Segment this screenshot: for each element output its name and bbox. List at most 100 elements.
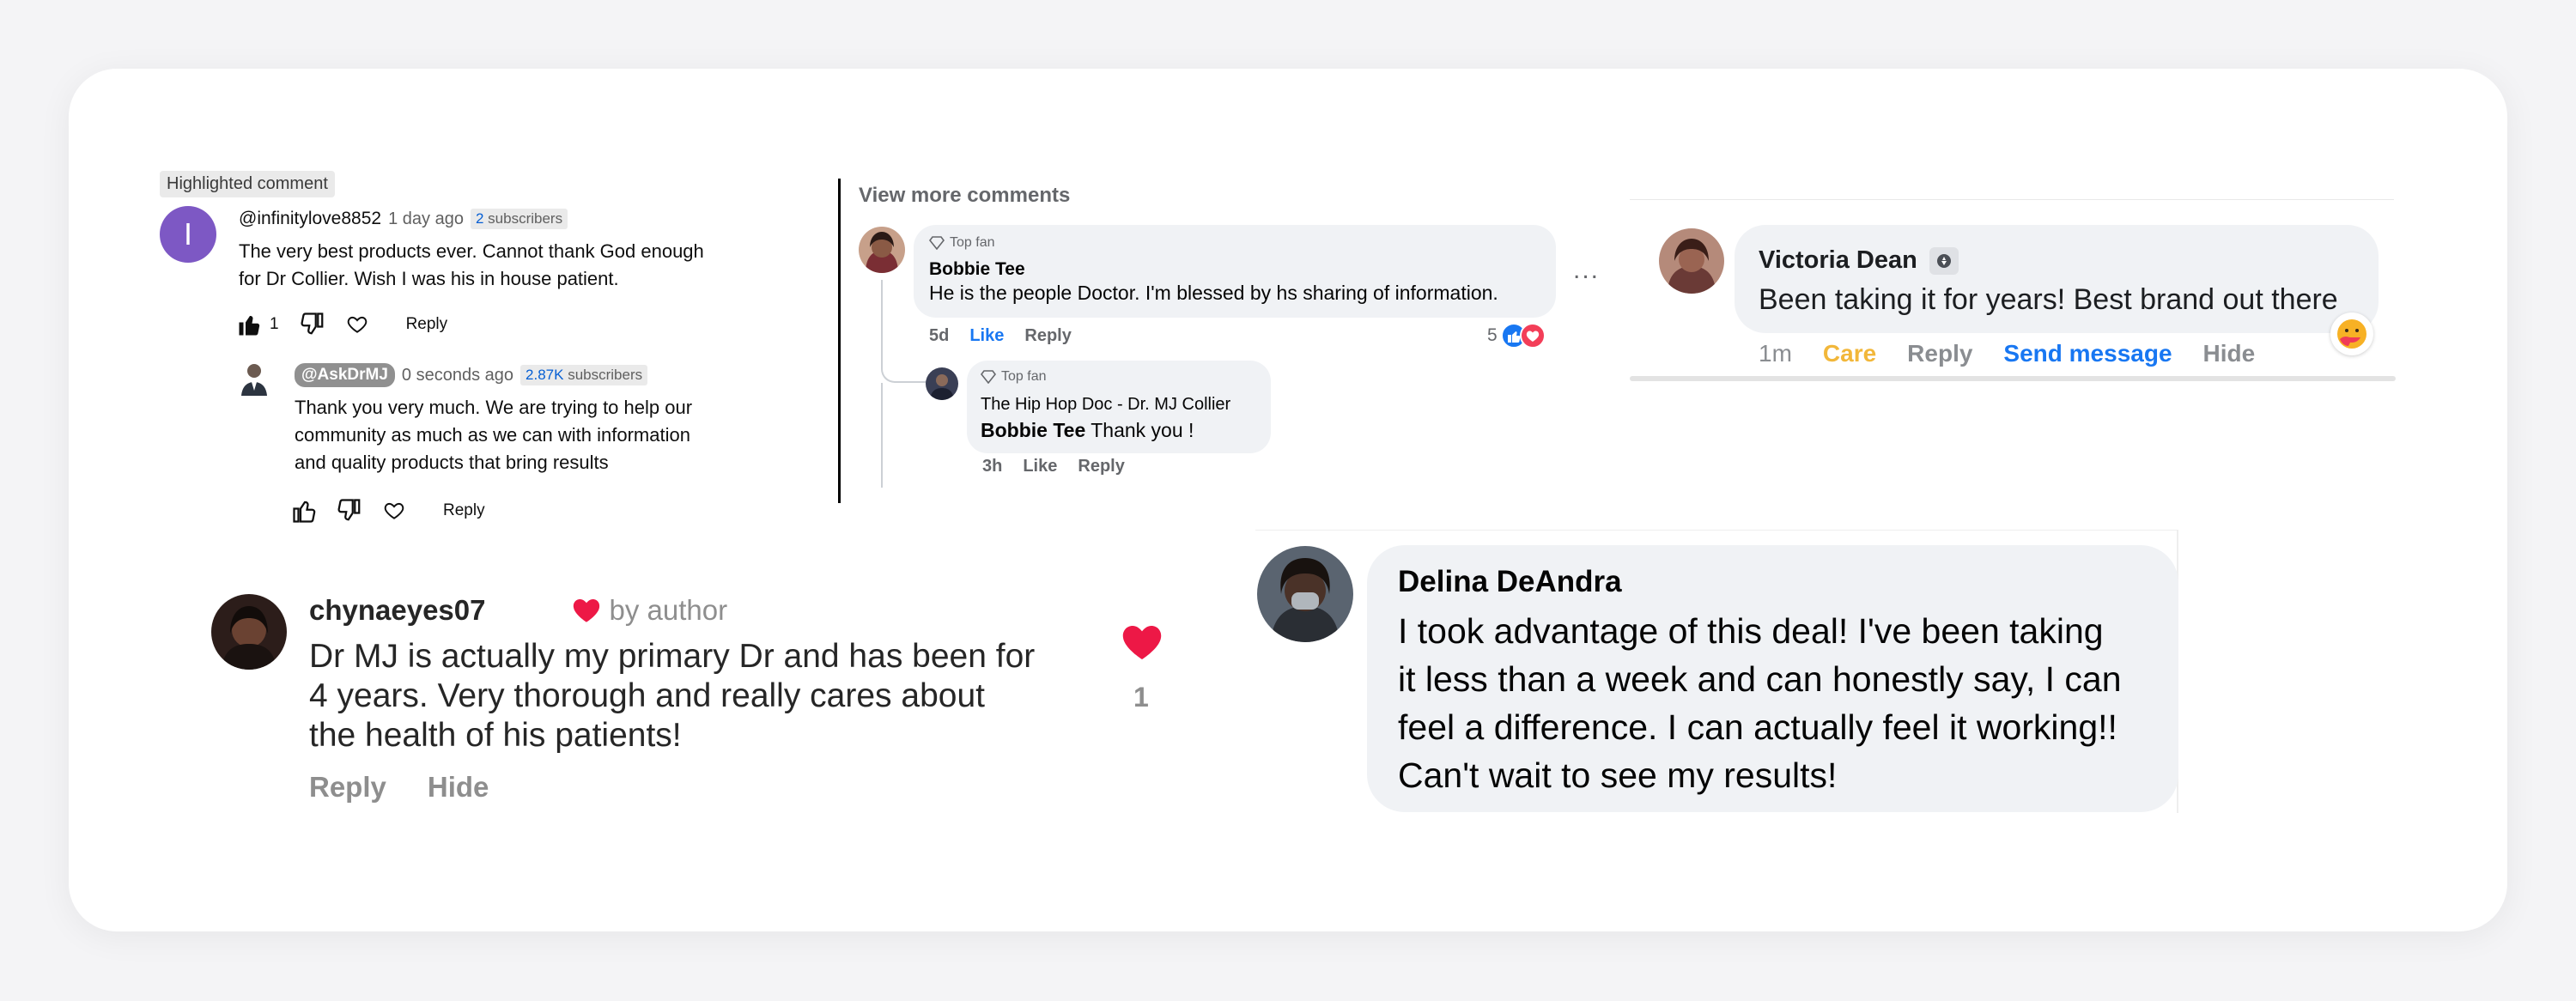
heart-icon[interactable] <box>380 496 409 525</box>
reply-button[interactable]: Reply <box>309 771 386 804</box>
reply-text-line: Thank you very much. We are trying to he… <box>295 397 693 418</box>
by-author-label: by author <box>609 594 728 626</box>
badge-icon <box>1929 246 1959 275</box>
thumbs-up-icon[interactable] <box>290 496 319 525</box>
thumbs-down-icon[interactable] <box>298 310 327 339</box>
reply-actions: 3h Like Reply <box>982 457 1125 476</box>
thread-line <box>881 383 883 488</box>
avatar[interactable] <box>1659 228 1724 294</box>
reaction-count: 5 <box>1487 325 1498 345</box>
comment-actions: Reply Hide <box>309 771 489 804</box>
mention-link[interactable]: Bobbie Tee <box>981 419 1085 441</box>
view-more-comments-link[interactable]: View more comments <box>859 184 1070 208</box>
comment-actions: 5d Like Reply <box>929 326 1072 346</box>
comment-text-line: The very best products ever. Cannot than… <box>239 240 704 262</box>
subscriber-count: 2 <box>475 210 484 227</box>
top-fan-label: Top fan <box>950 235 995 250</box>
comment-text: Been taking it for years! Best brand out… <box>1759 283 2338 316</box>
reply-button[interactable]: Reply <box>1024 326 1071 346</box>
comment-text-line: it less than a week and can honestly say… <box>1398 659 2122 699</box>
reply-button[interactable]: Reply <box>406 315 448 334</box>
reply-author[interactable]: The Hip Hop Doc - Dr. MJ Collier <box>981 395 1230 415</box>
avatar[interactable] <box>211 594 287 670</box>
reply-text: Bobbie Tee Thank you ! <box>981 419 1194 442</box>
subscriber-count: 2.87K <box>526 367 564 383</box>
top-fan-badge: Top fan <box>929 235 994 251</box>
hide-button[interactable]: Hide <box>428 771 489 804</box>
reaction-summary[interactable]: 5 <box>1487 323 1546 349</box>
comment-text-line: feel a difference. I can actually feel i… <box>1398 707 2117 747</box>
care-emoji-icon[interactable] <box>2330 312 2373 355</box>
comment-meta: @infinitylove8852 1 day ago 2 subscriber… <box>239 209 568 229</box>
avatar[interactable] <box>1257 546 1353 642</box>
avatar[interactable] <box>859 227 905 273</box>
hide-button[interactable]: Hide <box>2203 340 2256 367</box>
comment-author[interactable]: Victoria Dean <box>1759 246 1917 275</box>
channel-owner-badge[interactable]: @AskDrMJ <box>295 363 395 387</box>
subscriber-suffix: subscribers <box>488 210 563 227</box>
comment-time[interactable]: 1 day ago <box>388 209 464 229</box>
reply-text-body: Thank you ! <box>1085 419 1194 441</box>
subscriber-suffix: subscribers <box>568 367 643 383</box>
avatar[interactable]: I <box>160 206 216 263</box>
comment-header: Victoria Dean <box>1759 246 1959 275</box>
comment-bubble: Top fan Bobbie Tee He is the people Doct… <box>914 225 1556 318</box>
comment-author[interactable]: Delina DeAndra <box>1398 565 1622 599</box>
avatar-letter: I <box>183 216 192 252</box>
like-button[interactable]: Like <box>969 326 1004 346</box>
comment-actions: 1 Reply <box>235 310 447 339</box>
subscriber-badge: 2.87K subscribers <box>520 365 648 385</box>
heart-filled-icon <box>573 599 599 622</box>
comment-text-line: the health of his patients! <box>309 717 682 754</box>
comment-author[interactable]: @infinitylove8852 <box>239 209 381 229</box>
top-border <box>1630 199 2394 200</box>
comment-text-line: Can't wait to see my results! <box>1398 755 1838 795</box>
subscriber-badge: 2 subscribers <box>470 209 568 229</box>
reply-text-line: community as much as we can with informa… <box>295 424 690 446</box>
reply-time[interactable]: 3h <box>982 457 1002 476</box>
username[interactable]: chynaeyes07 <box>309 594 486 627</box>
reply-bubble: Top fan The Hip Hop Doc - Dr. MJ Collier… <box>967 361 1271 453</box>
like-heart-icon[interactable] <box>1121 623 1163 661</box>
diamond-icon <box>929 236 945 250</box>
heart-icon[interactable] <box>343 310 372 339</box>
more-options-icon[interactable]: ... <box>1573 256 1600 285</box>
comment-time[interactable]: 5d <box>929 326 949 346</box>
like-count: 1 <box>1133 682 1149 713</box>
comment-text: I took advantage of this deal! I've been… <box>1398 607 2122 799</box>
comment-author[interactable]: Bobbie Tee <box>929 259 1025 280</box>
thumbs-down-icon[interactable] <box>335 496 364 525</box>
diamond-icon <box>981 370 996 384</box>
comment-actions: 1m Care Reply Send message Hide <box>1759 340 2255 367</box>
reply-text-line: and quality products that bring results <box>295 452 609 473</box>
thumbs-up-filled-icon[interactable] <box>235 310 264 339</box>
comment-text: He is the people Doctor. I'm blessed by … <box>929 282 1498 304</box>
comment-text-line: I took advantage of this deal! I've been… <box>1398 611 2104 651</box>
top-fan-label: Top fan <box>1001 369 1047 384</box>
like-count: 1 <box>270 315 279 333</box>
comment-text: The very best products ever. Cannot than… <box>239 238 704 293</box>
reply-meta: @AskDrMJ 0 seconds ago 2.87K subscribers <box>295 363 648 387</box>
bottom-border <box>1630 376 2396 381</box>
comment-time[interactable]: 1m <box>1759 340 1792 367</box>
avatar[interactable] <box>239 361 270 396</box>
comment-text-line: for Dr Collier. Wish I was his in house … <box>239 268 619 289</box>
comment-header: chynaeyes07 by author <box>309 594 727 627</box>
reply-actions: Reply <box>290 496 485 525</box>
care-button[interactable]: Care <box>1823 340 1876 367</box>
highlighted-comment-label: Highlighted comment <box>160 171 335 197</box>
like-button[interactable]: Like <box>1023 457 1057 476</box>
reply-time[interactable]: 0 seconds ago <box>402 366 513 385</box>
comment-text: Dr MJ is actually my primary Dr and has … <box>309 637 1035 755</box>
vertical-divider <box>838 179 841 503</box>
reply-button[interactable]: Reply <box>1078 457 1124 476</box>
reply-button[interactable]: Reply <box>443 501 485 520</box>
comment-text-line: Dr MJ is actually my primary Dr and has … <box>309 638 1036 675</box>
send-message-button[interactable]: Send message <box>2003 340 2172 367</box>
top-fan-badge: Top fan <box>981 369 1046 385</box>
comment-text-line: 4 years. Very thorough and really cares … <box>309 677 985 714</box>
reply-text: Thank you very much. We are trying to he… <box>295 394 692 476</box>
reply-button[interactable]: Reply <box>1907 340 1972 367</box>
love-reaction-icon <box>1519 323 1546 349</box>
avatar[interactable] <box>926 367 958 400</box>
